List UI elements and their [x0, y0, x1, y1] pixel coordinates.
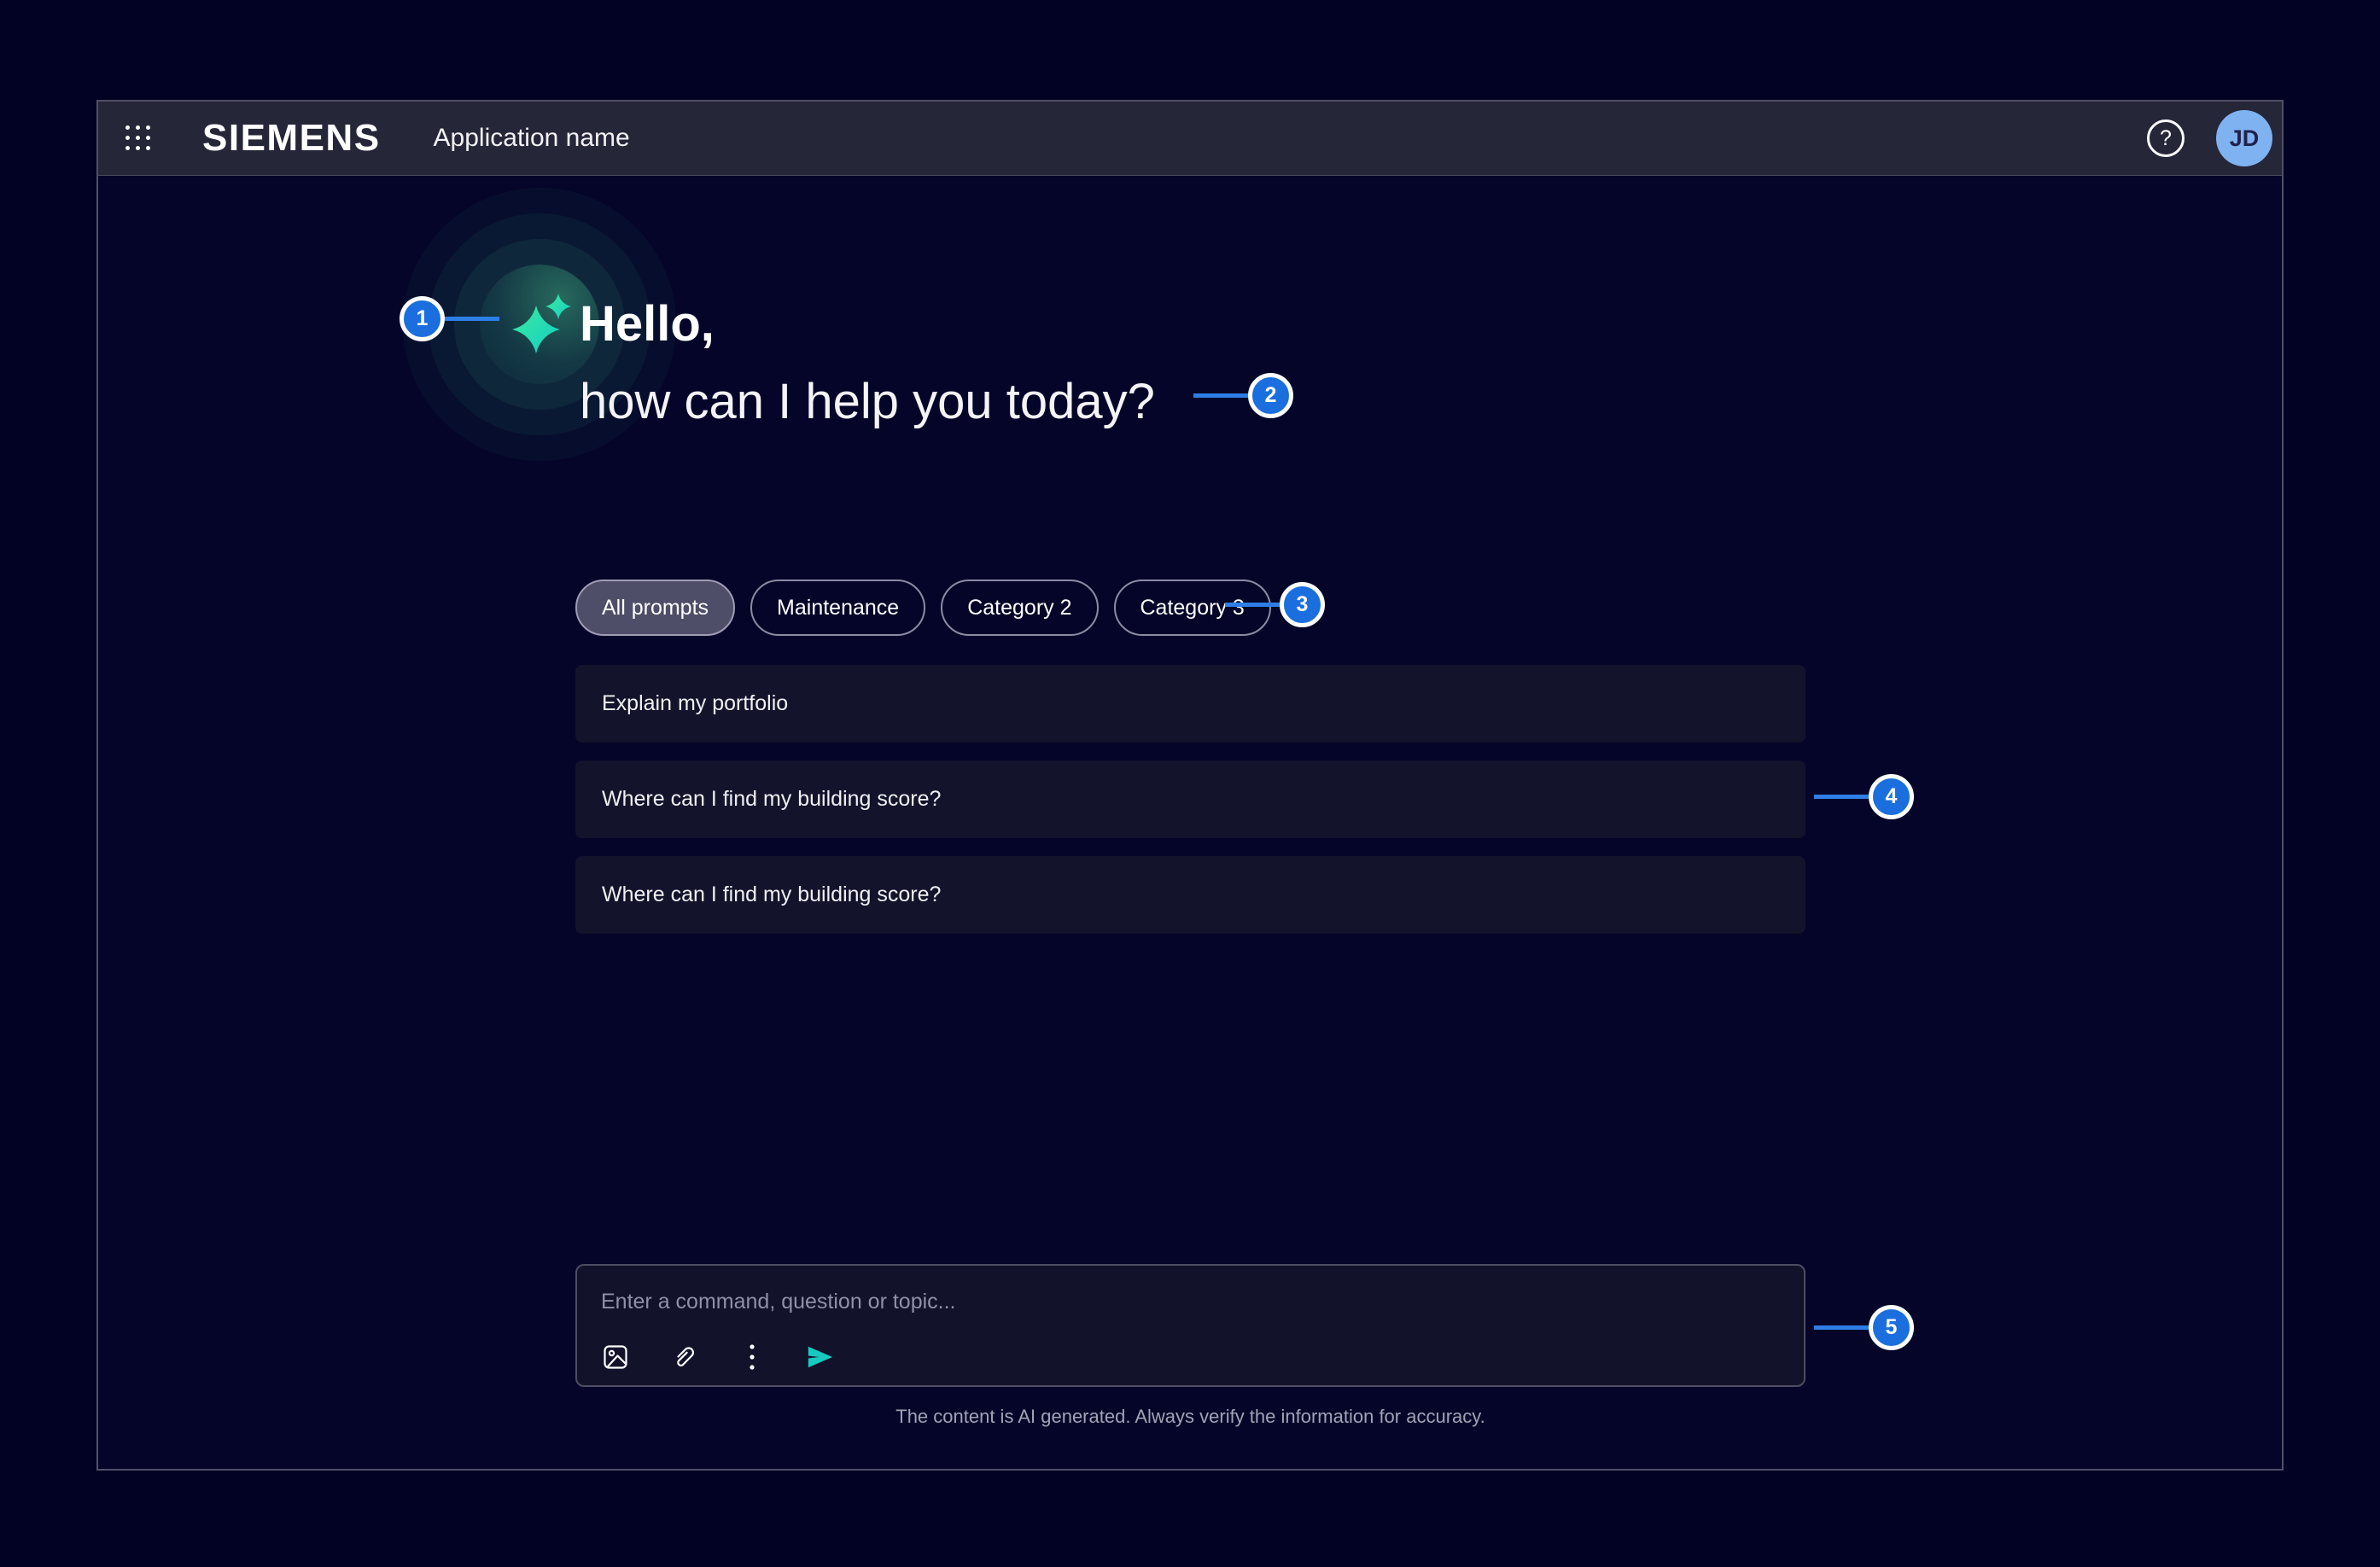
page-background: SIEMENS Application name ? JD Hello, — [0, 0, 2380, 1567]
chip-category-2[interactable]: Category 2 — [941, 580, 1098, 636]
annotation-connector — [1193, 393, 1248, 398]
composer-input[interactable] — [601, 1290, 1780, 1314]
annotation-connector — [445, 317, 499, 321]
annotation-badge-4: 4 — [1814, 774, 1914, 819]
greeting-line2: how can I help you today? — [580, 377, 1155, 427]
annotation-number: 5 — [1869, 1305, 1914, 1350]
sparkle-icon — [499, 283, 584, 369]
composer-toolbar — [601, 1343, 1780, 1372]
chip-all-prompts[interactable]: All prompts — [575, 580, 735, 636]
prompt-card[interactable]: Explain my portfolio — [575, 665, 1805, 743]
siemens-logo: SIEMENS — [202, 117, 381, 160]
hero-greeting: Hello, how can I help you today? — [580, 300, 1155, 427]
attachment-icon[interactable] — [669, 1343, 698, 1372]
send-icon[interactable] — [806, 1343, 835, 1372]
ai-disclaimer: The content is AI generated. Always veri… — [575, 1406, 1805, 1428]
header-actions: ? JD — [2147, 110, 2282, 166]
annotation-badge-5: 5 — [1814, 1305, 1914, 1350]
annotation-number: 3 — [1280, 582, 1325, 627]
annotation-connector — [1225, 603, 1280, 607]
app-launcher-icon[interactable] — [125, 125, 151, 151]
prompt-filter-chips: All prompts Maintenance Category 2 Categ… — [575, 580, 1271, 636]
chip-maintenance[interactable]: Maintenance — [750, 580, 925, 636]
application-name: Application name — [434, 124, 630, 153]
image-icon[interactable] — [601, 1343, 630, 1372]
annotation-connector — [1814, 1325, 1869, 1330]
greeting-line1: Hello, — [580, 300, 1155, 349]
annotation-number: 4 — [1869, 774, 1914, 819]
user-avatar[interactable]: JD — [2216, 110, 2272, 166]
prompt-card[interactable]: Where can I find my building score? — [575, 856, 1805, 934]
annotation-badge-1: 1 — [400, 296, 499, 341]
annotation-number: 2 — [1248, 373, 1293, 418]
prompt-card[interactable]: Where can I find my building score? — [575, 760, 1805, 838]
annotation-connector — [1814, 795, 1869, 799]
message-composer — [575, 1264, 1805, 1387]
annotation-number: 1 — [400, 296, 445, 341]
more-options-icon[interactable] — [738, 1343, 767, 1372]
prompt-suggestion-list: Explain my portfolio Where can I find my… — [575, 665, 1805, 952]
annotation-badge-2: 2 — [1193, 373, 1293, 418]
annotation-badge-3: 3 — [1225, 582, 1325, 627]
help-icon[interactable]: ? — [2147, 119, 2185, 157]
app-header: SIEMENS Application name ? JD — [98, 102, 2282, 176]
